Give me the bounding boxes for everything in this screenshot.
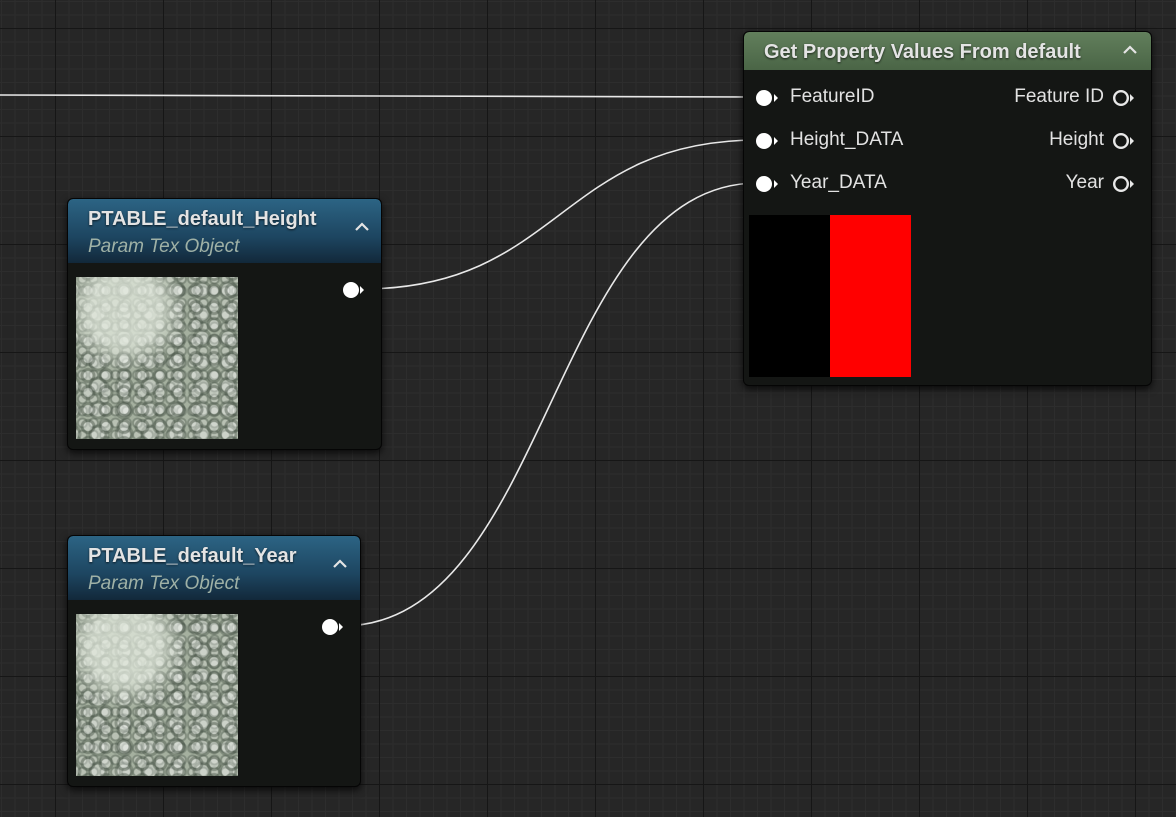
- node-title: Get Property Values From default: [764, 41, 1081, 63]
- input-label-year-data: Year_DATA: [790, 172, 887, 193]
- param-node-height[interactable]: PTABLE_default_Height Param Tex Object: [67, 198, 382, 450]
- chevron-up-icon[interactable]: [1122, 45, 1138, 55]
- node-title: PTABLE_default_Year: [88, 545, 297, 567]
- output-pin-icon[interactable]: [1112, 174, 1138, 194]
- input-pin-icon[interactable]: [754, 131, 782, 151]
- preview-red-swatch: [830, 215, 911, 377]
- output-pin-icon[interactable]: [321, 617, 347, 637]
- get-property-node[interactable]: Get Property Values From default Feature…: [743, 31, 1152, 386]
- node-title: PTABLE_default_Height: [88, 208, 317, 230]
- output-pin-icon[interactable]: [1112, 88, 1138, 108]
- output-pin-icon[interactable]: [342, 280, 368, 300]
- wire-year[interactable]: [341, 182, 759, 627]
- texture-thumbnail: [76, 277, 238, 439]
- output-label-year: Year: [1065, 172, 1104, 193]
- input-label-height-data: Height_DATA: [790, 129, 904, 150]
- input-pin-icon[interactable]: [754, 174, 782, 194]
- preview-black-swatch: [749, 215, 830, 377]
- input-label-feature-id: FeatureID: [790, 86, 875, 107]
- chevron-up-icon[interactable]: [354, 222, 370, 232]
- texture-thumbnail: [76, 614, 238, 776]
- chevron-up-icon[interactable]: [332, 559, 348, 569]
- output-pin-icon[interactable]: [1112, 131, 1138, 151]
- wire-height[interactable]: [361, 139, 759, 290]
- node-header[interactable]: Get Property Values From default: [744, 32, 1151, 70]
- node-subtitle: Param Tex Object: [88, 236, 240, 257]
- wire-feature-id[interactable]: [0, 94, 759, 98]
- output-label-height: Height: [1049, 129, 1104, 150]
- input-pin-icon[interactable]: [754, 88, 782, 108]
- node-header[interactable]: PTABLE_default_Height Param Tex Object: [68, 199, 381, 263]
- param-node-year[interactable]: PTABLE_default_Year Param Tex Object: [67, 535, 361, 787]
- node-header[interactable]: PTABLE_default_Year Param Tex Object: [68, 536, 360, 600]
- node-subtitle: Param Tex Object: [88, 573, 240, 594]
- output-label-feature-id: Feature ID: [1014, 86, 1104, 107]
